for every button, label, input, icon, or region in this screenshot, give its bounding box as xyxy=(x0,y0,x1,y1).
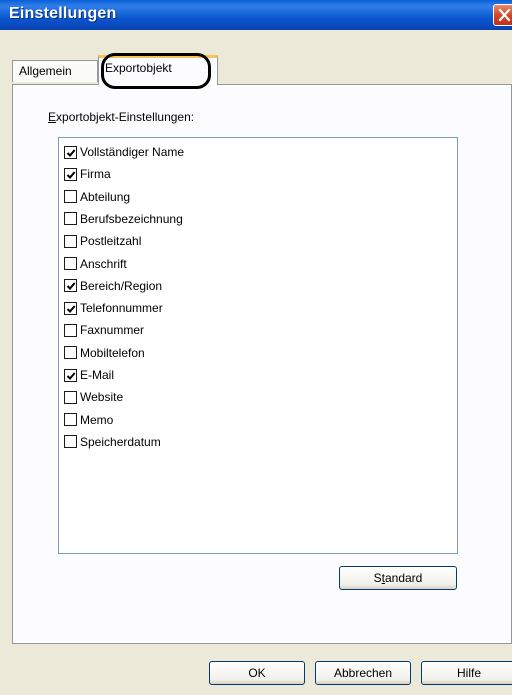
field-checkbox[interactable] xyxy=(64,435,77,449)
field-item[interactable]: Telefonnummer xyxy=(64,297,163,319)
checkmark-icon xyxy=(66,171,76,179)
field-label: Faxnummer xyxy=(80,323,145,338)
standard-button[interactable]: Standard xyxy=(339,566,457,590)
field-item[interactable]: Berufsbezeichnung xyxy=(64,208,183,230)
field-label: Abteilung xyxy=(80,189,131,204)
field-checkbox[interactable] xyxy=(64,346,77,360)
field-checkbox[interactable] xyxy=(64,145,77,159)
field-checkbox[interactable] xyxy=(64,190,77,204)
close-icon xyxy=(498,8,511,22)
field-item[interactable]: E-Mail xyxy=(64,364,114,386)
field-label: Mobiltelefon xyxy=(80,345,145,360)
cancel-button[interactable]: Abbrechen xyxy=(315,661,411,685)
field-label: Anschrift xyxy=(80,256,127,271)
tab-exportobjekt-label: Exportobjekt xyxy=(105,61,172,75)
field-item[interactable]: Bereich/Region xyxy=(64,275,162,297)
field-checkbox[interactable] xyxy=(64,368,77,382)
field-item[interactable]: Abteilung xyxy=(64,186,130,208)
field-item[interactable]: Firma xyxy=(64,163,111,185)
field-label: Firma xyxy=(80,167,111,182)
field-label: E-Mail xyxy=(80,368,115,382)
field-label: Berufsbezeichnung xyxy=(80,211,183,226)
help-button[interactable]: Hilfe xyxy=(421,661,512,685)
field-item[interactable]: Website xyxy=(64,386,123,408)
field-checkbox[interactable] xyxy=(64,212,77,226)
field-item[interactable]: Faxnummer xyxy=(64,319,144,341)
checkmark-icon xyxy=(66,282,76,291)
close-button[interactable] xyxy=(493,4,512,26)
checkmark-icon xyxy=(66,371,76,380)
field-checkbox[interactable] xyxy=(64,390,77,404)
field-checkbox[interactable] xyxy=(64,257,77,270)
help-label: Hilfe xyxy=(456,666,481,680)
field-item[interactable]: Anschrift xyxy=(64,253,127,275)
field-label: Memo xyxy=(80,412,114,427)
field-item[interactable]: Memo xyxy=(64,409,113,431)
group-label-accel: E xyxy=(48,110,57,124)
title-bar: Einstellungen xyxy=(0,0,512,30)
checkmark-icon xyxy=(66,304,76,313)
field-checkbox[interactable] xyxy=(64,234,77,248)
ok-label: OK xyxy=(248,666,266,680)
field-label: Telefonnummer xyxy=(80,301,163,316)
field-checkbox[interactable] xyxy=(64,323,77,337)
field-item[interactable]: Vollständiger Name xyxy=(64,141,184,163)
field-label: Postleitzahl xyxy=(80,234,142,249)
field-label: Website xyxy=(80,390,124,405)
field-item[interactable]: Speicherdatum xyxy=(64,431,161,453)
group-label: Exportobjekt-Einstellungen: xyxy=(48,110,194,124)
field-checkbox[interactable] xyxy=(64,413,77,427)
group-label-rest: xportobjekt-Einstellungen: xyxy=(56,110,195,124)
field-list[interactable]: Vollständiger Name Firma Abteilung Berufsbe… xyxy=(58,137,458,554)
tab-allgemein-label: Allgemein xyxy=(19,64,72,78)
cancel-label: Abbrechen xyxy=(333,666,393,680)
field-label: Vollständiger Name xyxy=(80,145,185,159)
field-label: Bereich/Region xyxy=(80,278,163,293)
standard-label-a: S xyxy=(373,571,382,585)
field-checkbox[interactable] xyxy=(64,167,77,181)
window-title: Einstellungen xyxy=(9,5,117,22)
field-item[interactable]: Postleitzahl xyxy=(64,230,141,252)
standard-label-b: andard xyxy=(384,571,423,585)
field-checkbox[interactable] xyxy=(64,301,77,315)
tab-exportobjekt[interactable]: Exportobjekt xyxy=(98,55,218,85)
checkmark-icon xyxy=(66,148,76,157)
field-item[interactable]: Mobiltelefon xyxy=(64,342,145,364)
field-label: Speicherdatum xyxy=(80,434,161,449)
field-checkbox[interactable] xyxy=(64,279,77,293)
ok-button[interactable]: OK xyxy=(209,661,305,685)
tab-allgemein[interactable]: Allgemein xyxy=(12,60,98,82)
